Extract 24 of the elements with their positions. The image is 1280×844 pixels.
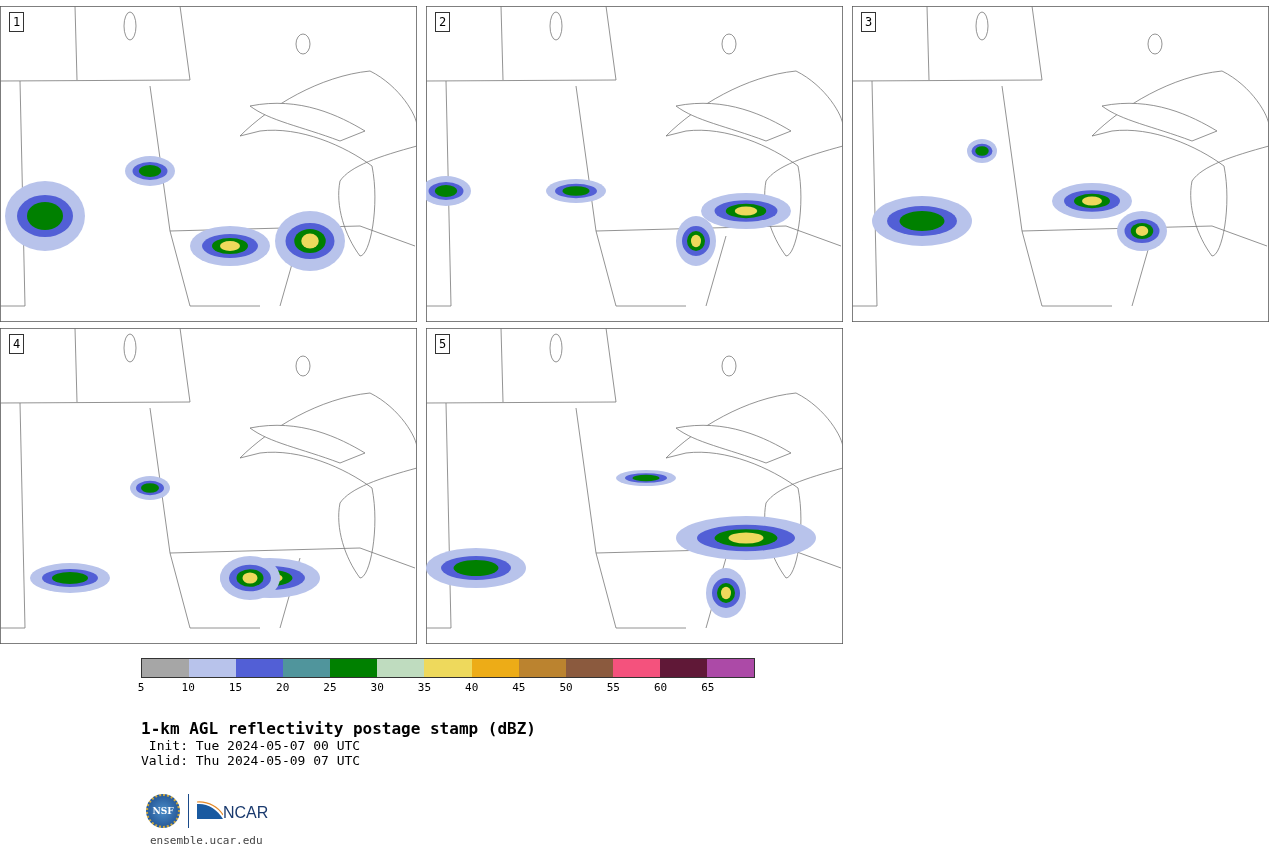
- init-time: Init: Tue 2024-05-07 00 UTC: [147, 738, 362, 753]
- tick-label: 50: [559, 682, 573, 694]
- tick-label: 35: [417, 682, 432, 694]
- tick-label: 65: [701, 682, 715, 694]
- tick-label: 5: [137, 682, 145, 694]
- ncar-logo: NCAR: [197, 801, 269, 821]
- panel-number: 4: [9, 334, 25, 354]
- website-link[interactable]: ensemble.ucar.edu: [150, 834, 263, 844]
- tick-label: 30: [370, 682, 384, 694]
- tick-label: 20: [276, 682, 290, 694]
- valid-time: Valid: Thu 2024-05-09 07 UTC: [141, 753, 362, 768]
- tick-label: 15: [228, 682, 243, 694]
- panel-number: 3: [861, 12, 877, 32]
- nsf-logo: NSF: [146, 794, 180, 828]
- chart-title: 1-km AGL reflectivity postage stamp (dBZ): [141, 720, 537, 738]
- tick-label: 40: [465, 682, 479, 694]
- tick-label: 10: [181, 682, 195, 694]
- panel-number: 5: [435, 334, 451, 354]
- tick-label: 25: [323, 682, 337, 694]
- tick-label: 45: [512, 682, 526, 694]
- panel-number: 1: [9, 12, 25, 32]
- tick-label: 55: [606, 682, 620, 694]
- panel-number: 2: [435, 12, 451, 32]
- tick-label: 60: [653, 682, 668, 694]
